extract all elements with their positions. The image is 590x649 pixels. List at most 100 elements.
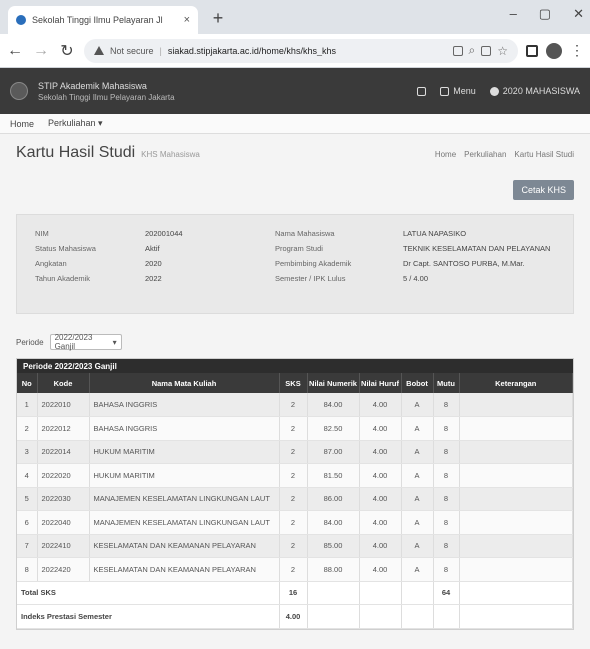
- column-header: Keterangan: [459, 373, 573, 393]
- table-row: 1 2022010 BAHASA INGGRIS 2 84.00 4.00 A 8: [17, 393, 573, 417]
- info-value: Dr Capt. SANTOSO PURBA, M.Mar.: [403, 259, 525, 268]
- footer-value: [433, 604, 460, 629]
- reload-icon[interactable]: ↻: [58, 41, 76, 61]
- table-cell: 2022014: [37, 440, 90, 464]
- table-cell: [459, 510, 573, 535]
- info-label: Tahun Akademik: [35, 274, 91, 283]
- page-subtitle: KHS Mahasiswa: [141, 150, 200, 159]
- main-menubar: Home Perkuliahan ▾: [0, 114, 590, 134]
- footer-value: [359, 604, 402, 629]
- close-tab-icon[interactable]: ×: [184, 14, 190, 26]
- browser-menu-icon[interactable]: ⋮: [570, 42, 584, 59]
- table-cell: 2: [279, 487, 308, 511]
- profile-avatar-icon[interactable]: [546, 42, 562, 59]
- table-cell: A: [401, 416, 434, 441]
- browser-tabbar: Sekolah Tinggi Ilmu Pelayaran Jl × + – ▢…: [0, 0, 590, 34]
- browser-tab[interactable]: Sekolah Tinggi Ilmu Pelayaran Jl ×: [8, 6, 198, 34]
- menubar-item-perkuliahan[interactable]: Perkuliahan ▾: [48, 118, 103, 129]
- table-cell: BAHASA INGGRIS: [89, 416, 280, 441]
- info-value: LATUA NAPASIKO: [403, 229, 467, 238]
- table-cell: 2: [279, 510, 308, 535]
- footer-value: 64: [433, 581, 460, 605]
- address-bar[interactable]: Not secure | siakad.stipjakarta.ac.id/ho…: [84, 38, 518, 63]
- grid-icon[interactable]: [417, 86, 427, 96]
- extensions-icon[interactable]: [526, 44, 538, 57]
- user-label: 2020 MAHASISWA: [502, 85, 580, 96]
- table-cell: 4.00: [359, 557, 402, 582]
- forward-arrow-icon[interactable]: →: [32, 42, 50, 60]
- close-window-button[interactable]: ✕: [573, 6, 584, 22]
- table-cell: A: [401, 440, 434, 464]
- table-cell: 8: [433, 534, 460, 558]
- site-favicon-icon: [16, 15, 26, 25]
- table-cell: [459, 393, 573, 417]
- page-title: Kartu Hasil Studi: [16, 144, 136, 161]
- footer-value: [307, 581, 360, 605]
- maximize-button[interactable]: ▢: [539, 6, 551, 22]
- menubar-item-home[interactable]: Home: [10, 119, 34, 129]
- print-khs-button[interactable]: Cetak KHS: [513, 180, 574, 200]
- zoom-icon[interactable]: ⌕: [469, 43, 476, 58]
- table-row: 7 2022410 KESELAMATAN DAN KEAMANAN PELAYAR…: [17, 534, 573, 558]
- table-cell: [459, 557, 573, 582]
- table-header-row: No Kode Nama Mata Kuliah SKS Nilai Numerik Ni…: [17, 373, 573, 393]
- grades-table-wrap: Periode 2022/2023 Ganjil No Kode Nama Mata…: [16, 358, 574, 630]
- user-icon: [489, 87, 499, 97]
- campus-logo-icon: [10, 82, 28, 100]
- table-cell: 88.00: [307, 557, 360, 582]
- table-cell: 2022420: [37, 557, 90, 582]
- period-label: Periode: [16, 337, 44, 347]
- table-cell: 8: [433, 510, 460, 535]
- table-cell: 5: [17, 487, 38, 511]
- table-cell: 4: [17, 463, 38, 488]
- table-cell: 6: [17, 510, 38, 535]
- student-info-panel: NIM 202001044 Nama Mahasiswa LATUA NAPAS…: [16, 214, 574, 314]
- table-cell: 2: [279, 416, 308, 441]
- table-caption: Periode 2022/2023 Ganjil: [17, 359, 573, 373]
- user-menu[interactable]: 2020 MAHASISWA: [489, 85, 580, 97]
- share-icon[interactable]: [481, 45, 492, 56]
- breadcrumb-home[interactable]: Home: [435, 150, 456, 159]
- table-cell: 4.00: [359, 487, 402, 511]
- table-cell: 3: [17, 440, 38, 464]
- menu-button[interactable]: Menu: [440, 86, 476, 97]
- column-header: No: [17, 373, 38, 393]
- table-cell: KESELAMATAN DAN KEAMANAN PELAYARAN: [89, 534, 280, 558]
- period-select[interactable]: 2022/2023 Ganjil ▾: [49, 333, 122, 351]
- new-tab-button[interactable]: +: [204, 4, 232, 32]
- table-cell: 85.00: [307, 534, 360, 558]
- url-text[interactable]: siakad.stipjakarta.ac.id/home/khs/khs_kh…: [168, 46, 447, 56]
- minimize-button[interactable]: –: [510, 6, 517, 22]
- table-cell: A: [401, 393, 434, 417]
- table-cell: 4.00: [359, 463, 402, 488]
- app-name: STIP Akademik Mahasiswa Sekolah Tinggi I…: [38, 81, 175, 102]
- table-row: 3 2022014 HUKUM MARITIM 2 87.00 4.00 A 8: [17, 440, 573, 464]
- column-header: Nama Mata Kuliah: [89, 373, 280, 393]
- table-cell: 8: [433, 487, 460, 511]
- bookmark-star-icon[interactable]: ☆: [497, 44, 508, 58]
- column-header: Nilai Numerik: [307, 373, 360, 393]
- info-label: Nama Mahasiswa: [275, 229, 335, 238]
- window-controls: – ▢ ✕: [510, 6, 584, 22]
- table-row: 2 2022012 BAHASA INGGRIS 2 82.50 4.00 A 8: [17, 416, 573, 441]
- table-cell: 2022410: [37, 534, 90, 558]
- table-footer-row: Total SKS 16 64: [17, 581, 573, 605]
- table-cell: KESELAMATAN DAN KEAMANAN PELAYARAN: [89, 557, 280, 582]
- url-separator: |: [159, 45, 162, 56]
- menu-icon: [440, 87, 450, 97]
- security-label[interactable]: Not secure: [110, 46, 154, 56]
- table-cell: [459, 487, 573, 511]
- install-app-icon[interactable]: [452, 45, 463, 56]
- footer-value: [307, 604, 360, 629]
- column-header: SKS: [279, 373, 308, 393]
- app-name-line2: Sekolah Tinggi Ilmu Pelayaran Jakarta: [38, 92, 175, 102]
- table-cell: [459, 440, 573, 464]
- info-label: Status Mahasiswa: [35, 244, 96, 253]
- info-value: 202001044: [145, 229, 183, 238]
- table-cell: 2: [17, 416, 38, 441]
- print-row: Cetak KHS: [16, 180, 574, 200]
- browser-toolbar: ← → ↻ Not secure | siakad.stipjakarta.ac…: [0, 34, 590, 68]
- breadcrumb-perkuliahan[interactable]: Perkuliahan: [464, 150, 506, 159]
- table-cell: 87.00: [307, 440, 360, 464]
- back-arrow-icon[interactable]: ←: [6, 42, 24, 60]
